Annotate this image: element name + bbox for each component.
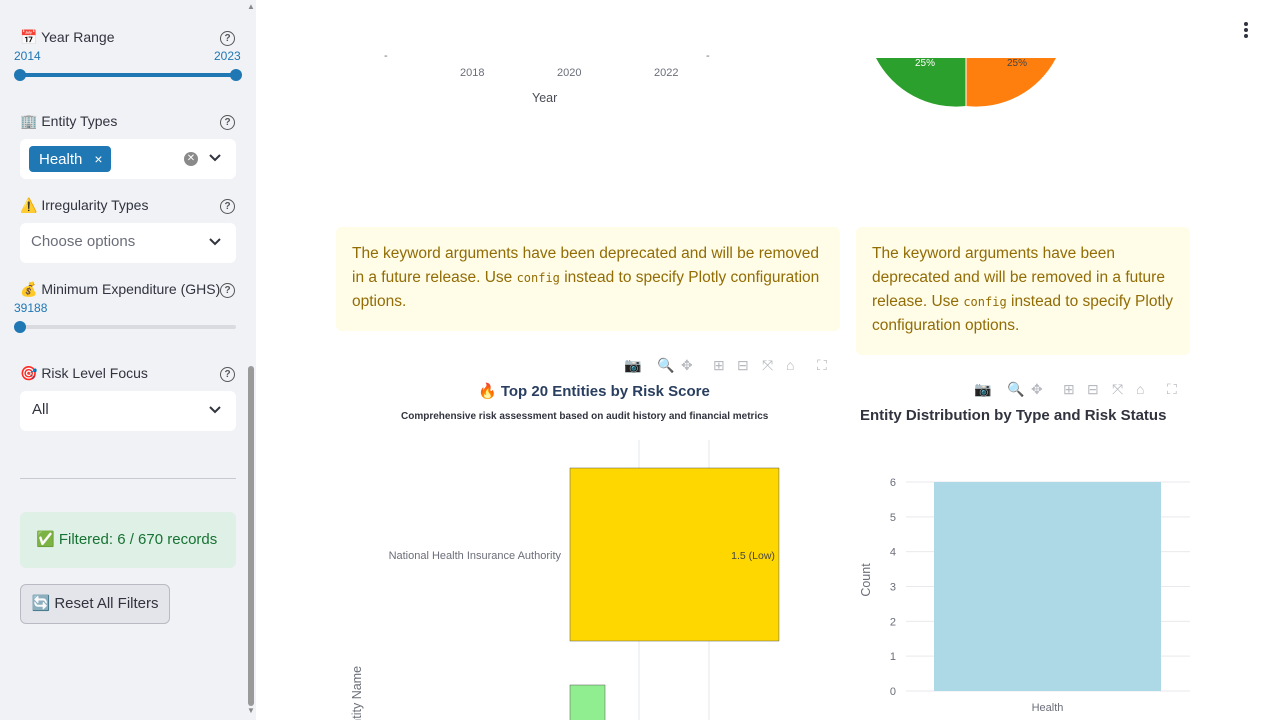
chevron-down-icon[interactable] bbox=[208, 148, 222, 168]
irregularity-types-placeholder: Choose options bbox=[31, 233, 136, 250]
min-expenditure-help-icon[interactable]: ? bbox=[220, 283, 235, 298]
zoom-in-icon[interactable]: ⊞ bbox=[713, 357, 725, 374]
y-axis-title: Count bbox=[859, 563, 873, 597]
irregularity-types-help-icon[interactable]: ? bbox=[220, 199, 235, 214]
y-tick-label: 6 bbox=[890, 477, 896, 489]
risk-chart-subtitle: Comprehensive risk assessment based on a… bbox=[401, 411, 769, 422]
x-tick-label: 2020 bbox=[557, 67, 582, 79]
pan-icon[interactable]: ✥ bbox=[681, 357, 693, 374]
y-tick-label: National Health Insurance Authority bbox=[389, 550, 562, 562]
reset-axes-icon[interactable]: ⌂ bbox=[786, 357, 794, 373]
camera-icon[interactable]: 📷 bbox=[974, 381, 991, 398]
year-range-track[interactable] bbox=[20, 73, 236, 77]
x-tick-label: 2022 bbox=[654, 67, 679, 79]
scroll-down-icon[interactable]: ▼ bbox=[247, 706, 255, 715]
x-axis-title: Year bbox=[532, 91, 558, 105]
year-range-label: 📅 Year Range bbox=[20, 29, 115, 45]
min-expenditure-value: 39188 bbox=[14, 301, 48, 315]
entity-chip-label: Health bbox=[39, 151, 83, 168]
zoom-icon[interactable]: 🔍 bbox=[1007, 381, 1024, 398]
filter-status-banner: ✅ Filtered: 6 / 670 records bbox=[20, 512, 236, 568]
y-tick-label: 0 bbox=[890, 686, 896, 698]
distribution-chart-title: Entity Distribution by Type and Risk Sta… bbox=[860, 407, 1167, 424]
sidebar-divider bbox=[20, 478, 236, 479]
y-tick-label: 5 bbox=[890, 512, 896, 524]
year-range-help-icon[interactable]: ? bbox=[220, 31, 235, 46]
min-expenditure-handle[interactable] bbox=[14, 321, 26, 333]
year-range-max-value: 2023 bbox=[214, 49, 241, 63]
x-tick-label: 2018 bbox=[460, 67, 485, 79]
autoscale-icon[interactable]: ⤧ bbox=[1112, 381, 1123, 398]
fullscreen-icon[interactable]: ⛶ bbox=[1167, 381, 1177, 398]
entity-types-multiselect[interactable]: Health × ✕ bbox=[20, 139, 236, 179]
entity-chip-health: Health × bbox=[29, 146, 111, 172]
risk-score-bar-chart: National Health Insurance Authority 1.5 … bbox=[350, 440, 780, 720]
clear-all-icon[interactable]: ✕ bbox=[184, 152, 198, 166]
axis-tick-stub: - bbox=[384, 50, 388, 62]
scroll-up-icon[interactable]: ▲ bbox=[247, 2, 255, 11]
reset-filters-button[interactable]: 🔄 Reset All Filters bbox=[20, 584, 170, 624]
fullscreen-icon[interactable]: ⛶ bbox=[817, 357, 827, 374]
chip-remove-icon[interactable]: × bbox=[94, 151, 102, 167]
pan-icon[interactable]: ✥ bbox=[1031, 381, 1043, 398]
warning-code: config bbox=[516, 271, 560, 285]
y-tick-label: 1 bbox=[890, 651, 896, 663]
irregularity-types-label: ⚠️ Irregularity Types bbox=[20, 197, 149, 213]
min-expenditure-label: 💰 Minimum Expenditure (GHS) bbox=[20, 281, 221, 297]
y-tick-label: 4 bbox=[890, 547, 896, 559]
deprecation-warning-left: The keyword arguments have been deprecat… bbox=[336, 227, 840, 331]
distribution-bar[interactable] bbox=[934, 482, 1161, 691]
deprecation-warning-right: The keyword arguments have been deprecat… bbox=[856, 227, 1190, 355]
year-range-min-value: 2014 bbox=[14, 49, 41, 63]
entity-distribution-bar-chart: 0 1 2 3 4 5 6 Health Count bbox=[859, 477, 1190, 714]
autoscale-icon[interactable]: ⤧ bbox=[762, 357, 773, 374]
sidebar: 📅 Year Range ? 2014 2023 🏢 Entity Types … bbox=[0, 0, 256, 720]
year-range-max-handle[interactable] bbox=[230, 69, 242, 81]
risk-level-select[interactable]: All bbox=[20, 391, 236, 431]
entity-types-help-icon[interactable]: ? bbox=[220, 115, 235, 130]
y-axis-title: Entity Name bbox=[350, 666, 364, 720]
bar-data-label: 1.5 (Low) bbox=[731, 550, 775, 562]
risk-bar[interactable] bbox=[569, 684, 606, 720]
risk-level-help-icon[interactable]: ? bbox=[220, 367, 235, 382]
zoom-icon[interactable]: 🔍 bbox=[657, 357, 674, 374]
risk-chart-title: 🔥 Top 20 Entities by Risk Score bbox=[478, 383, 710, 400]
main-menu-icon[interactable] bbox=[1244, 22, 1250, 38]
sidebar-scrollbar[interactable]: ▲ ▼ bbox=[246, 0, 256, 720]
reset-axes-icon[interactable]: ⌂ bbox=[1136, 381, 1144, 397]
warning-code: config bbox=[963, 295, 1007, 309]
chevron-down-icon[interactable] bbox=[208, 400, 222, 420]
scrollbar-thumb[interactable] bbox=[248, 366, 254, 706]
pie-label: 25% bbox=[915, 58, 935, 69]
pie-label: 25% bbox=[1007, 58, 1027, 69]
entity-types-label: 🏢 Entity Types bbox=[20, 113, 118, 129]
y-tick-label: 3 bbox=[890, 582, 896, 594]
year-range-min-handle[interactable] bbox=[14, 69, 26, 81]
pie-chart-partial: 25% 25% bbox=[876, 58, 1056, 107]
risk-level-label: 🎯 Risk Level Focus bbox=[20, 365, 148, 381]
axis-tick-stub: - bbox=[706, 50, 710, 62]
chevron-down-icon[interactable] bbox=[208, 232, 222, 252]
y-tick-label: 2 bbox=[890, 616, 896, 628]
irregularity-types-multiselect[interactable]: Choose options bbox=[20, 223, 236, 263]
min-expenditure-track[interactable] bbox=[20, 325, 236, 329]
x-tick-label: Health bbox=[1032, 702, 1064, 714]
zoom-in-icon[interactable]: ⊞ bbox=[1063, 381, 1075, 398]
risk-level-value: All bbox=[32, 401, 49, 418]
zoom-out-icon[interactable]: ⊟ bbox=[737, 357, 749, 374]
camera-icon[interactable]: 📷 bbox=[624, 357, 641, 374]
zoom-out-icon[interactable]: ⊟ bbox=[1087, 381, 1099, 398]
